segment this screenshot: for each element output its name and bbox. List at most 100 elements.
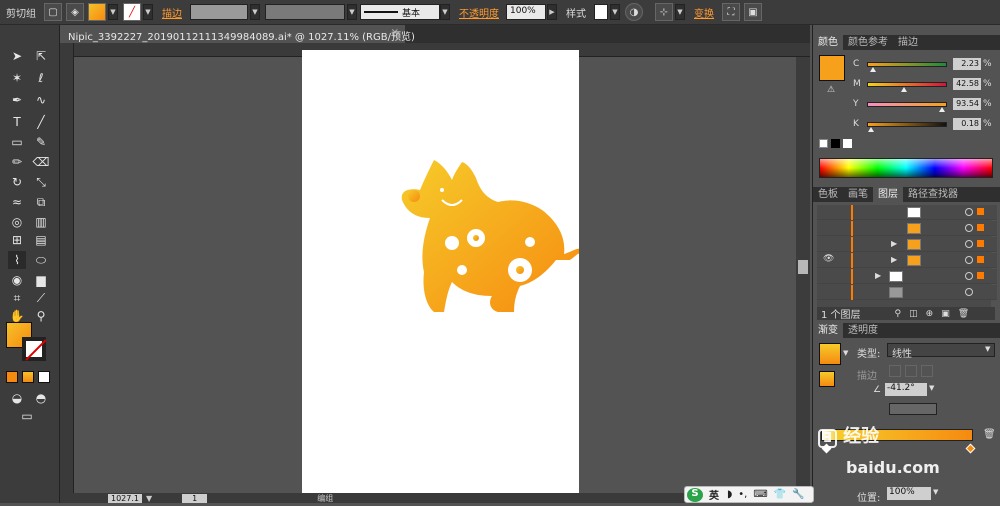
gradient-thumbnail-dropdown-icon[interactable]: ▼ [843,349,848,357]
page-field[interactable]: 1 [182,493,208,503]
pen-tool-icon[interactable]: ✒ [8,91,26,109]
delete-stop-icon[interactable]: 🗑 [983,429,996,440]
layer-row[interactable] [817,285,997,300]
tab-pathfinder[interactable]: 路径查找器 [903,187,963,202]
stroke-weight-field[interactable] [190,4,248,20]
layer-target-icon[interactable] [965,240,973,248]
type-tool-icon[interactable]: T [8,113,26,131]
stroke-swatch[interactable]: ╱ [123,3,141,21]
new-layer-icon[interactable]: ▣ [941,309,950,319]
eyedropper-tool-icon[interactable]: ⌇ [8,251,26,269]
edit-contents-icon[interactable]: ◈ [66,3,84,21]
slider-cyan-value[interactable]: 2.23 [953,58,981,70]
warp-tool-icon[interactable]: ≈ [8,193,26,211]
expand-arrow-icon[interactable]: ▶ [891,239,897,248]
tab-gradient[interactable]: 渐变 [813,323,843,338]
zoom-field[interactable]: 1027.1 [108,493,142,503]
scrollbar-thumb[interactable] [798,260,808,274]
group-select-icon[interactable]: ▣ [744,3,762,21]
rotate-tool-icon[interactable]: ↻ [8,173,26,191]
tab-color-guide[interactable]: 颜色参考 [843,35,893,50]
stroke-label[interactable]: 描边 [156,5,188,20]
slider-magenta-handle[interactable] [900,86,907,92]
punctuation-icon[interactable]: •, [738,489,747,500]
layer-selection-indicator[interactable] [977,240,984,247]
opacity-dropdown[interactable]: ▶ [547,4,557,20]
slider-magenta-track[interactable] [867,81,947,92]
tab-layers[interactable]: 图层 [873,187,903,202]
none-mode-icon[interactable] [38,371,50,383]
zoom-tool-icon[interactable]: ⚲ [32,307,50,325]
tab-color[interactable]: 颜色 [813,35,843,50]
out-of-gamut-icon[interactable]: ⚠ [827,85,835,95]
gradient-mode-icon[interactable] [22,371,34,383]
slider-magenta-value[interactable]: 42.58 [953,78,981,90]
shape-builder-tool-icon[interactable]: ◎ [8,213,26,231]
locate-object-icon[interactable]: ⚲ [895,309,902,319]
style-swatch[interactable] [594,4,608,20]
layer-selection-indicator[interactable] [977,224,984,231]
gradient-angle-input[interactable]: -41.2° [885,383,927,396]
slice-tool-icon[interactable]: ⟋ [32,289,50,307]
brush-dropdown[interactable]: ▼ [440,4,450,20]
variable-width-dropdown[interactable]: ▼ [347,4,357,20]
artboard-tool-icon[interactable]: ⌗ [8,289,26,307]
aspect-ratio-input[interactable] [889,403,937,415]
expand-arrow-icon[interactable]: ▶ [875,271,881,280]
layer-selection-indicator[interactable] [977,272,984,279]
gradient-thumbnail[interactable] [819,343,841,365]
tab-swatches[interactable]: 色板 [813,187,843,202]
visibility-eye-icon[interactable]: 👁 [823,254,834,264]
free-transform-tool-icon[interactable]: ⧉ [32,193,50,211]
variable-width-field[interactable] [265,4,345,20]
transform-label[interactable]: 变换 [688,5,720,20]
fill-dropdown[interactable]: ▼ [108,4,118,20]
opacity-input[interactable]: 100% [506,4,546,20]
color-mode-icon[interactable] [6,371,18,383]
slider-cyan-track[interactable] [867,61,947,72]
tab-stroke[interactable]: 描边 [893,35,923,50]
layer-target-icon[interactable] [965,272,973,280]
layer-row[interactable]: ▶ [817,237,997,252]
skin-icon[interactable]: 👕 [774,489,786,500]
direct-selection-tool-icon[interactable]: ⇱ [32,47,50,65]
tools-icon[interactable]: 🔧 [792,489,804,500]
selection-tool-icon[interactable]: ➤ [8,47,26,65]
gradient-fill-swatch[interactable] [819,371,835,387]
slider-magenta[interactable]: M 42.58 % [853,78,999,92]
trash-icon[interactable]: 🗑 [958,309,969,319]
half-width-icon[interactable]: ◗ [727,489,732,500]
eraser-tool-icon[interactable]: ⌫ [32,153,50,171]
scale-tool-icon[interactable]: ⤡ [32,173,50,191]
document-tab[interactable]: Nipic_3392227_20190112111349984089.ai* @… [60,25,415,43]
keyboard-icon[interactable]: ⌨ [753,489,767,500]
tab-transparency[interactable]: 透明度 [843,323,883,338]
slider-yellow-handle[interactable] [939,106,946,112]
stroke-gradient-option-3[interactable] [921,365,933,377]
slider-yellow[interactable]: Y 93.54 % [853,98,999,112]
none-color-button[interactable] [819,139,828,148]
recolor-icon[interactable]: ◑ [625,3,643,21]
gradient-tool-icon[interactable]: ▤ [32,231,50,249]
lasso-tool-icon[interactable]: ℓ [32,69,50,87]
isolate-icon[interactable]: ⛶ [722,3,740,21]
layer-row[interactable] [817,221,997,236]
stroke-color-swatch[interactable] [22,337,47,361]
layer-row[interactable] [817,205,997,220]
zoom-dropdown-icon[interactable]: ▼ [146,494,152,503]
white-color-button[interactable] [843,139,852,148]
pencil-tool-icon[interactable]: ✏ [8,153,26,171]
line-tool-icon[interactable]: ╱ [32,113,50,131]
black-color-button[interactable] [831,139,840,148]
edit-clip-path-icon[interactable]: ▢ [44,3,62,21]
artboard[interactable] [302,50,584,503]
column-graph-tool-icon[interactable]: ▆ [32,271,50,289]
stroke-gradient-option-2[interactable] [905,365,917,377]
slider-yellow-track[interactable] [867,101,947,112]
tab-brushes[interactable]: 画笔 [843,187,873,202]
align-icon[interactable]: ⊹ [655,3,673,21]
stroke-weight-dropdown[interactable]: ▼ [250,4,260,20]
style-dropdown[interactable]: ▼ [610,4,620,20]
close-icon[interactable]: × [391,27,399,38]
slider-cyan-handle[interactable] [869,66,876,72]
